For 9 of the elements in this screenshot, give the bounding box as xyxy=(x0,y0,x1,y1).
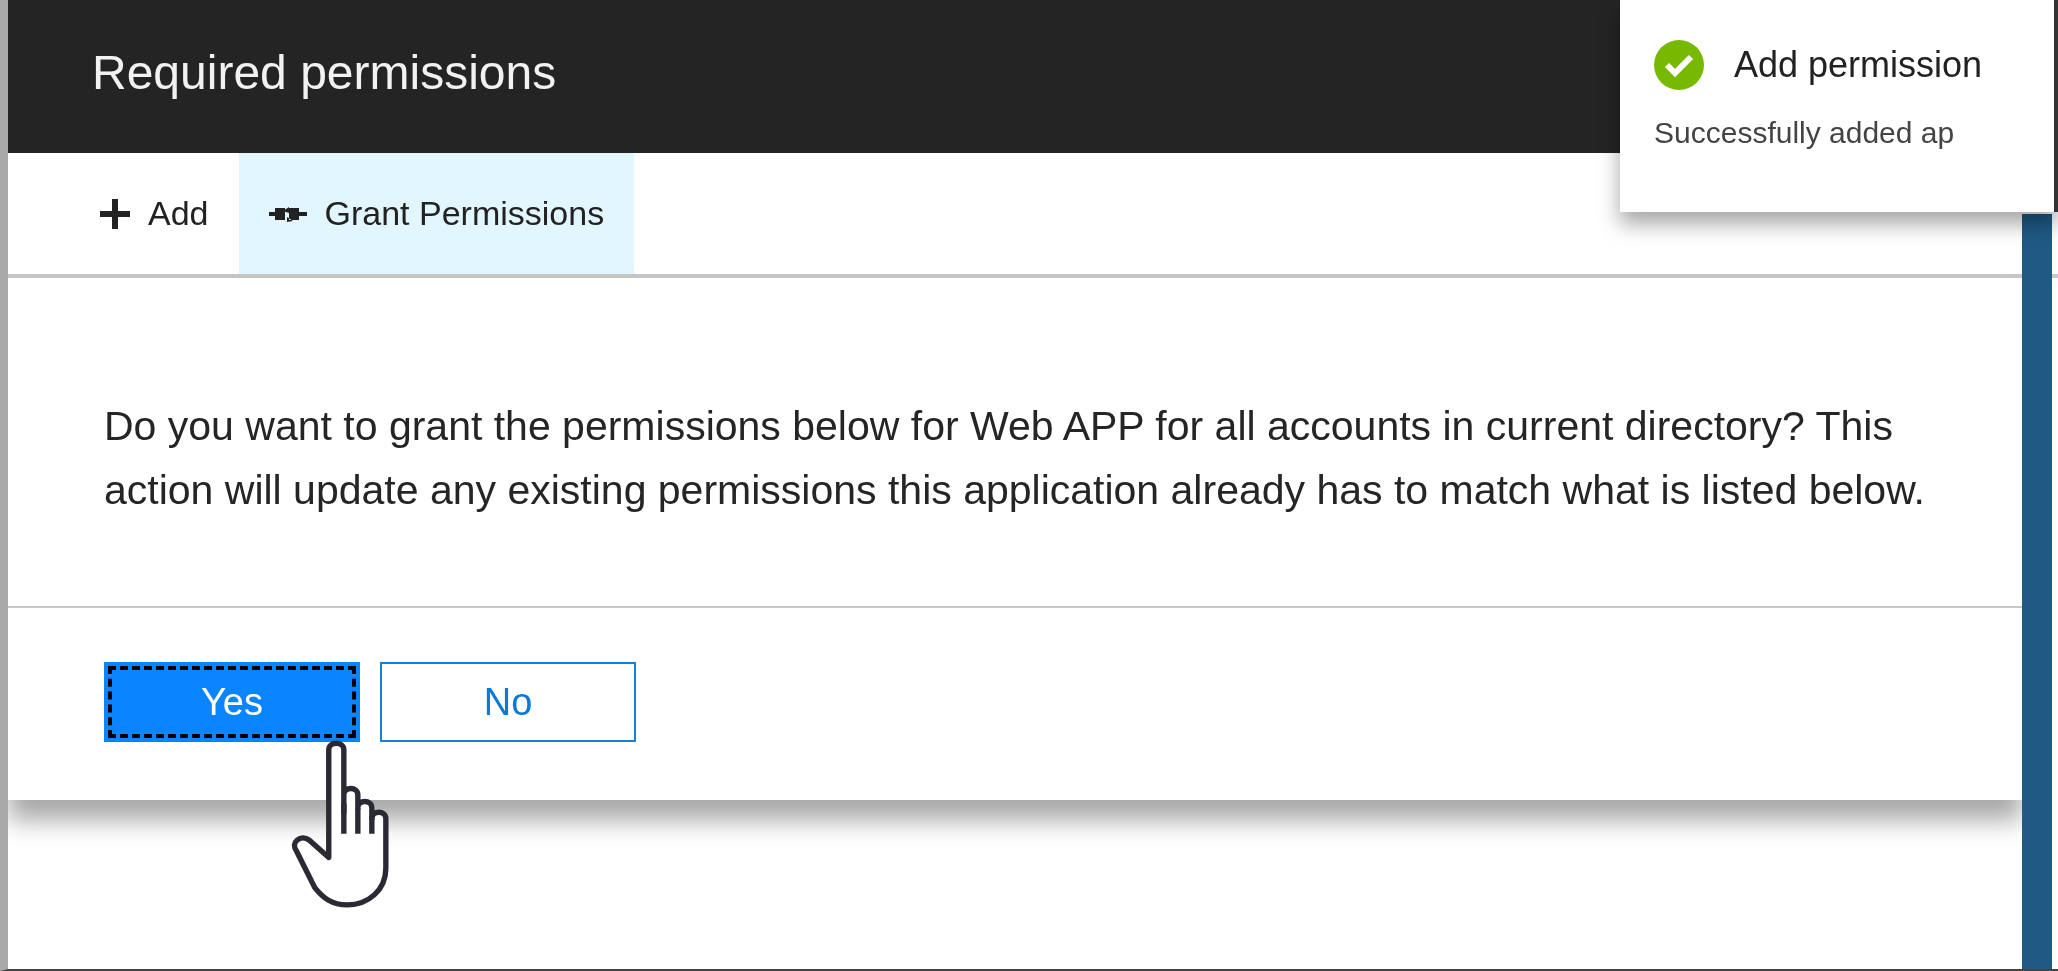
notification-title: Add permission xyxy=(1734,43,1983,87)
plus-icon xyxy=(100,198,130,229)
blade-title: Required permissions xyxy=(92,44,557,101)
toolbar-button[interactable]: Add xyxy=(70,153,239,274)
no-button[interactable]: No xyxy=(380,662,636,742)
toolbar-button[interactable]: Grant Permissions xyxy=(238,153,635,274)
yes-button[interactable]: Yes xyxy=(104,662,360,742)
confirmation-message: Do you want to grant the permissions below for Web APP for all accounts in current directory? This action will update any existing permissions this application already has to match what is listed below. xyxy=(104,402,1926,515)
notification-message: Successfully added ap xyxy=(1654,115,1956,151)
